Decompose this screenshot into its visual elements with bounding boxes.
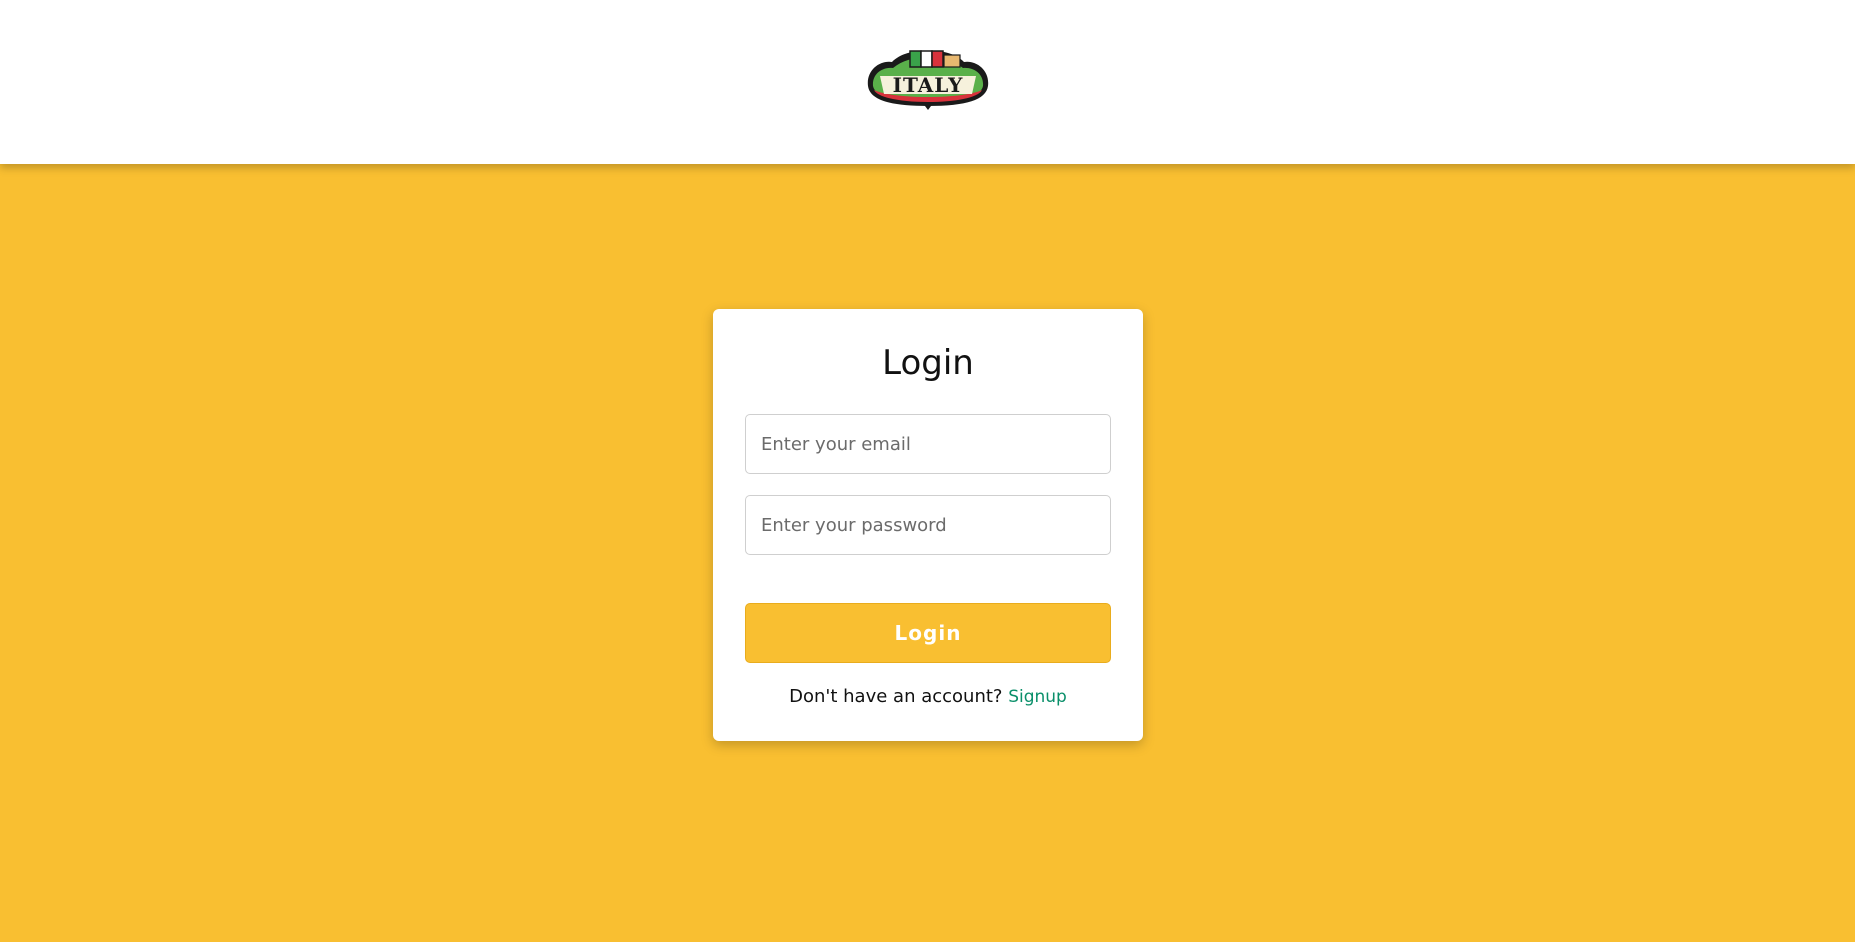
password-input[interactable] xyxy=(745,495,1111,555)
italy-logo[interactable]: ITALY xyxy=(862,46,994,112)
signup-link[interactable]: Signup xyxy=(1008,687,1067,707)
signup-prompt-text: Don't have an account? xyxy=(789,686,1003,707)
login-card: Login Login Don't have an account? Signu… xyxy=(713,309,1143,741)
email-input[interactable] xyxy=(745,414,1111,474)
signup-prompt-line: Don't have an account? Signup xyxy=(713,684,1143,710)
login-title: Login xyxy=(882,343,974,383)
login-button[interactable]: Login xyxy=(745,603,1111,663)
site-header: ITALY xyxy=(0,0,1855,164)
logo-lettering: ITALY xyxy=(893,73,964,97)
